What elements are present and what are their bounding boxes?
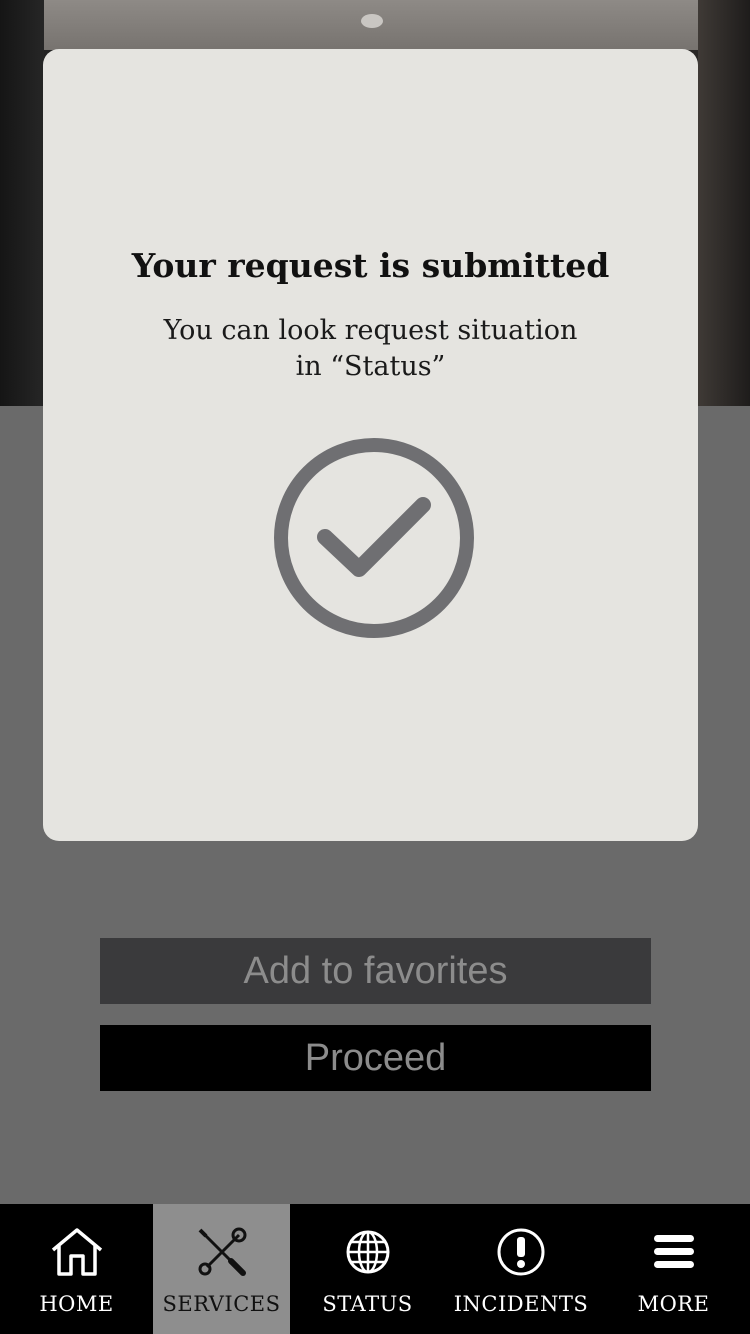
tab-status-label: STATUS	[322, 1292, 413, 1316]
proceed-button[interactable]: Proceed	[100, 1025, 651, 1091]
tools-icon	[194, 1224, 250, 1280]
tab-home-label: HOME	[39, 1292, 114, 1316]
left-wall	[0, 0, 44, 406]
dialog-message-line1: You can look request situation	[163, 315, 578, 346]
tab-more[interactable]: MORE	[597, 1204, 750, 1334]
add-to-favorites-button[interactable]: Add to favorites	[100, 938, 651, 1004]
tab-incidents-label: INCIDENTS	[453, 1292, 589, 1316]
dialog-message-line2: in “Status”	[295, 351, 446, 382]
bottom-tab-bar: HOME SERVICES STATUS INCIDENTS MORE	[0, 1204, 750, 1334]
tab-more-label: MORE	[637, 1292, 710, 1316]
alert-icon	[493, 1224, 549, 1280]
tab-status[interactable]: STATUS	[290, 1204, 445, 1334]
home-icon	[49, 1224, 105, 1280]
tab-services[interactable]: SERVICES	[153, 1204, 290, 1334]
tab-services-label: SERVICES	[162, 1292, 281, 1316]
ceiling-light	[361, 14, 383, 28]
tab-home[interactable]: HOME	[0, 1204, 153, 1334]
tab-incidents[interactable]: INCIDENTS	[445, 1204, 597, 1334]
submission-dialog: Your request is submitted You can look r…	[43, 49, 698, 841]
globe-icon	[340, 1224, 396, 1280]
dialog-message: You can look request situation in “Statu…	[133, 271, 608, 385]
right-wall	[698, 0, 750, 406]
menu-icon	[646, 1224, 702, 1280]
check-circle-icon	[273, 437, 475, 639]
